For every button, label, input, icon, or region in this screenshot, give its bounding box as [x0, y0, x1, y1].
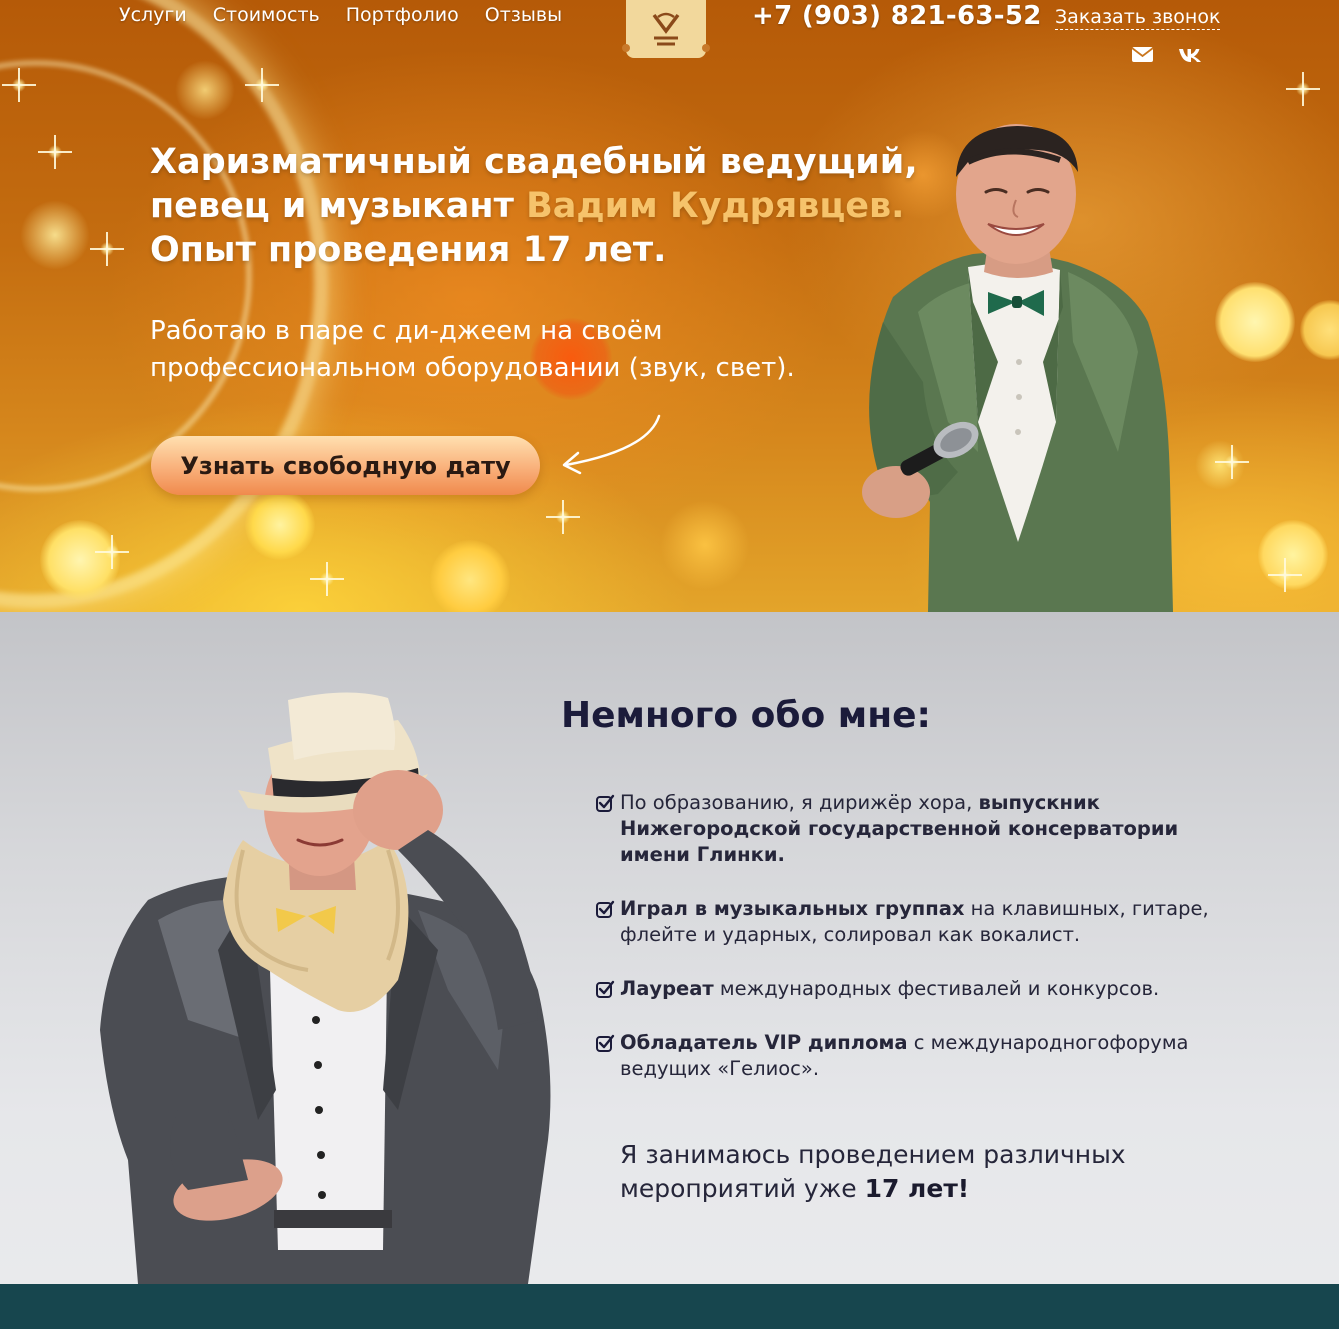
- nav-link-services[interactable]: Услуги: [119, 4, 187, 26]
- hero-heading-part: Опыт проведения 17 лет.: [150, 230, 667, 270]
- bokeh-light: [1215, 282, 1295, 362]
- fact-text: По образованию, я дирижёр хора, выпускни…: [620, 790, 1230, 868]
- nav-link-reviews[interactable]: Отзывы: [485, 4, 562, 26]
- list-item: По образованию, я дирижёр хора, выпускни…: [590, 790, 1230, 868]
- phone-number[interactable]: +7 (903) 821-63-52: [752, 1, 1042, 31]
- sparkle: [1286, 72, 1320, 106]
- bokeh-light: [245, 490, 315, 560]
- checkbox-check-icon: [596, 980, 615, 998]
- vk-icon[interactable]: [1178, 44, 1202, 64]
- mail-icon[interactable]: [1131, 44, 1154, 64]
- bokeh-light: [430, 540, 510, 612]
- checkbox-check-icon: [596, 900, 615, 918]
- about-section: Немного обо мне: По образованию, я дириж…: [0, 612, 1339, 1284]
- checkbox-check-icon: [596, 1034, 615, 1052]
- host-photo-with-hat: [100, 692, 551, 1284]
- bokeh-light: [1195, 440, 1245, 490]
- list-item: Лауреат международных фестивалей и конку…: [590, 976, 1230, 1002]
- hero-heading: Харизматичный свадебный ведущий, певец и…: [150, 140, 930, 272]
- about-heading: Немного обо мне:: [561, 695, 931, 736]
- sparkle: [1268, 558, 1302, 592]
- bokeh-light: [660, 500, 750, 590]
- list-item: Играл в музыкальных группах на клавишных…: [590, 896, 1230, 948]
- experience-years: 17 лет!: [864, 1174, 970, 1203]
- fact-plain: международных фестивалей и конкурсов.: [713, 977, 1160, 1000]
- fact-text: Лауреат международных фестивалей и конку…: [620, 976, 1159, 1002]
- bokeh-light: [1258, 520, 1328, 590]
- fact-bold: Лауреат: [620, 977, 714, 1000]
- list-item: Обладатель VIP диплома с международногоф…: [590, 1030, 1230, 1082]
- sparkle: [1215, 445, 1249, 479]
- hero-subtitle: Работаю в паре с ди-джеем на своём профе…: [150, 316, 795, 383]
- experience-statement: Я занимаюсь проведением различных меропр…: [620, 1138, 1240, 1206]
- logo[interactable]: [622, 0, 710, 58]
- main-nav: Услуги Стоимость Портфолио Отзывы: [119, 4, 562, 26]
- checkbox-check-icon: [596, 794, 615, 812]
- logo-emblem-icon: [652, 12, 680, 46]
- fact-text: Играл в музыкальных группах на клавишных…: [620, 896, 1230, 948]
- curved-arrow-icon: [562, 414, 661, 475]
- bokeh-light: [1300, 300, 1339, 360]
- fact-plain: По образованию, я дирижёр хора,: [620, 791, 979, 814]
- fact-text: Обладатель VIP диплома с международногоф…: [620, 1030, 1230, 1082]
- order-call-link[interactable]: Заказать звонок: [1055, 6, 1221, 30]
- nav-link-portfolio[interactable]: Портфолио: [346, 4, 459, 26]
- fact-bold: Играл в музыкальных группах: [620, 897, 965, 920]
- next-section-strip: [0, 1284, 1339, 1329]
- sparkle: [310, 562, 344, 596]
- host-portrait-image: [862, 124, 1173, 612]
- fact-bold: Обладатель VIP диплома: [620, 1031, 908, 1054]
- facts-list: По образованию, я дирижёр хора, выпускни…: [590, 790, 1230, 1110]
- nav-link-prices[interactable]: Стоимость: [213, 4, 320, 26]
- check-free-date-button[interactable]: Узнать свободную дату: [151, 436, 540, 495]
- hero-section: Услуги Стоимость Портфолио Отзывы +7 (90…: [0, 0, 1339, 612]
- sparkle: [546, 500, 580, 534]
